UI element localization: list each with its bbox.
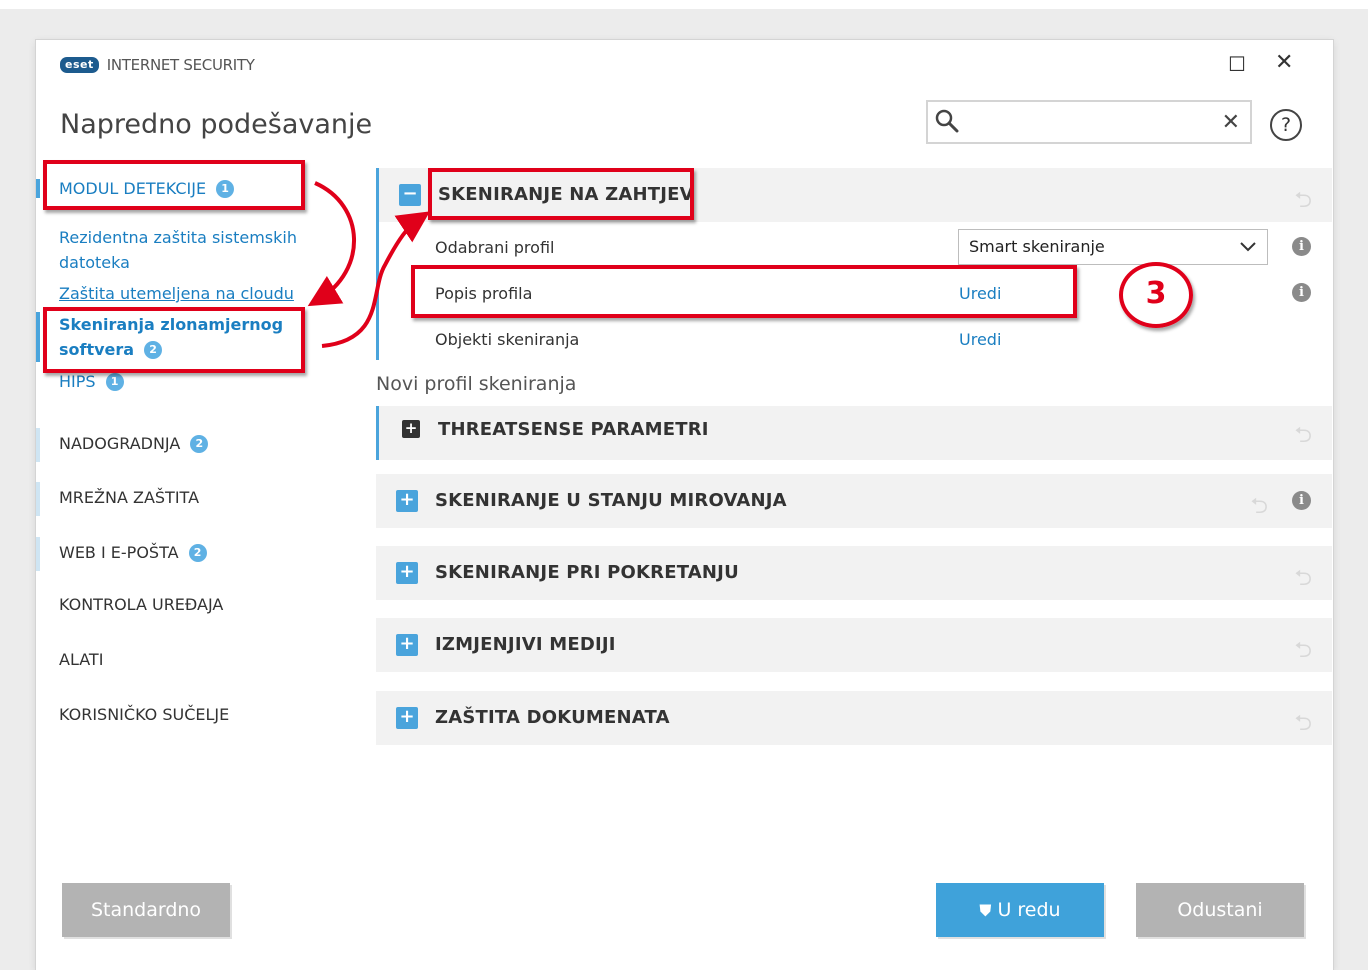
row-label-objekti-skeniranja: Objekti skeniranja <box>435 330 580 349</box>
section-skeniranje-mirovanje[interactable]: + SKENIRANJE U STANJU MIROVANJA ⮌ i <box>376 474 1332 528</box>
sidebar-item-label: NADOGRADNJA <box>59 434 181 453</box>
section-title: ZAŠTITA DOKUMENATA <box>435 707 670 728</box>
collapse-icon[interactable]: − <box>399 184 421 206</box>
profile-subheading: Novi profil skeniranja <box>376 373 577 395</box>
close-window-icon[interactable]: ✕ <box>1275 50 1293 75</box>
sidebar-item-label: ALATI <box>59 650 104 669</box>
chevron-down-icon <box>1238 236 1258 260</box>
sidebar-subitem-label: HIPS <box>59 372 96 391</box>
revert-icon[interactable]: ⮌ <box>1294 633 1312 671</box>
search-box[interactable]: ✕ <box>926 100 1252 144</box>
info-icon[interactable]: i <box>1292 491 1311 510</box>
sidebar-item-korisnicko-sucelje[interactable]: KORISNIČKO SUČELJE <box>36 705 356 724</box>
revert-icon[interactable]: ⮌ <box>1294 418 1312 456</box>
sidebar-item-label: WEB I E-POŠTA <box>59 543 179 562</box>
section-threatsense[interactable]: + THREATSENSE PARAMETRI ⮌ <box>376 406 1332 460</box>
highlight-popis-profila <box>411 265 1077 318</box>
brand: eset INTERNET SECURITY <box>60 56 255 74</box>
section-zastita-dokumenata[interactable]: + ZAŠTITA DOKUMENATA ⮌ <box>376 691 1332 745</box>
revert-icon[interactable]: ⮌ <box>1250 489 1268 527</box>
maximize-icon[interactable]: ☐ <box>1228 52 1246 76</box>
expand-icon[interactable]: + <box>396 707 418 729</box>
info-icon[interactable]: i <box>1292 237 1311 256</box>
count-badge: 2 <box>190 435 209 453</box>
profile-select-value: Smart skeniranje <box>969 237 1105 256</box>
step-number-badge: 3 <box>1119 262 1193 328</box>
expand-icon[interactable]: + <box>402 420 420 438</box>
section-title: SKENIRANJE PRI POKRETANJU <box>435 562 739 583</box>
row-label-odabrani-profil: Odabrani profil <box>435 238 555 257</box>
sidebar-subitem-label: Rezidentna zaštita sistemskih datoteka <box>59 228 297 272</box>
page-title: Napredno podešavanje <box>60 109 373 140</box>
revert-icon[interactable]: ⮌ <box>1294 706 1312 744</box>
product-name: INTERNET SECURITY <box>106 56 255 74</box>
expand-icon[interactable]: + <box>396 562 418 584</box>
sidebar-subitem-label: Zaštita utemeljena na cloudu <box>59 284 294 303</box>
section-title: THREATSENSE PARAMETRI <box>438 419 709 440</box>
sidebar-item-nadogradnja[interactable]: NADOGRADNJA 2 <box>36 428 356 462</box>
section-title: SKENIRANJE U STANJU MIROVANJA <box>435 490 787 511</box>
sidebar-item-label: MREŽNA ZAŠTITA <box>59 488 200 507</box>
profile-select[interactable]: Smart skeniranje <box>958 229 1268 265</box>
highlight-skeniranje-na-zahtjev <box>428 168 694 220</box>
sidebar-item-label: KONTROLA UREĐAJA <box>59 595 224 614</box>
sidebar-item-web-eposta[interactable]: WEB I E-POŠTA 2 <box>36 537 356 571</box>
section-indicator <box>376 222 379 360</box>
count-badge: 1 <box>105 373 124 391</box>
expand-icon[interactable]: + <box>396 634 418 656</box>
search-icon <box>934 108 960 138</box>
sidebar-item-kontrola-uredaja[interactable]: KONTROLA UREĐAJA <box>36 595 356 614</box>
revert-icon[interactable]: ⮌ <box>1294 183 1312 221</box>
background-strip <box>0 0 1368 9</box>
ok-button[interactable]: ⛊ U redu <box>936 883 1104 937</box>
edit-scan-targets-link[interactable]: Uredi <box>959 330 1001 349</box>
clear-search-icon[interactable]: ✕ <box>1222 110 1240 135</box>
section-skeniranje-pokretanje[interactable]: + SKENIRANJE PRI POKRETANJU ⮌ <box>376 546 1332 600</box>
eset-logo: eset <box>60 57 99 73</box>
sidebar-item-mrezna-zastita[interactable]: MREŽNA ZAŠTITA <box>36 482 356 516</box>
revert-icon[interactable]: ⮌ <box>1294 561 1312 599</box>
section-izmjenjivi-mediji[interactable]: + IZMJENJIVI MEDIJI ⮌ <box>376 618 1332 672</box>
cancel-button[interactable]: Odustani <box>1136 883 1304 937</box>
sidebar-item-label: KORISNIČKO SUČELJE <box>59 705 230 724</box>
highlight-skeniranja <box>43 307 305 373</box>
search-input[interactable] <box>966 108 1210 138</box>
highlight-modul-detekcije <box>43 160 305 210</box>
sidebar-subitem-cloud-zastita[interactable]: Zaštita utemeljena na cloudu <box>36 281 336 306</box>
ok-button-label: U redu <box>997 899 1061 921</box>
info-icon[interactable]: i <box>1292 283 1311 302</box>
section-title: IZMJENJIVI MEDIJI <box>435 634 616 655</box>
sidebar-subitem-rezidentna-zastita[interactable]: Rezidentna zaštita sistemskih datoteka <box>36 225 336 275</box>
count-badge: 2 <box>188 544 207 562</box>
shield-icon: ⛊ <box>979 901 992 920</box>
help-icon[interactable]: ? <box>1270 109 1302 141</box>
sidebar-item-alati[interactable]: ALATI <box>36 650 356 669</box>
default-button[interactable]: Standardno <box>62 883 230 937</box>
expand-icon[interactable]: + <box>396 490 418 512</box>
